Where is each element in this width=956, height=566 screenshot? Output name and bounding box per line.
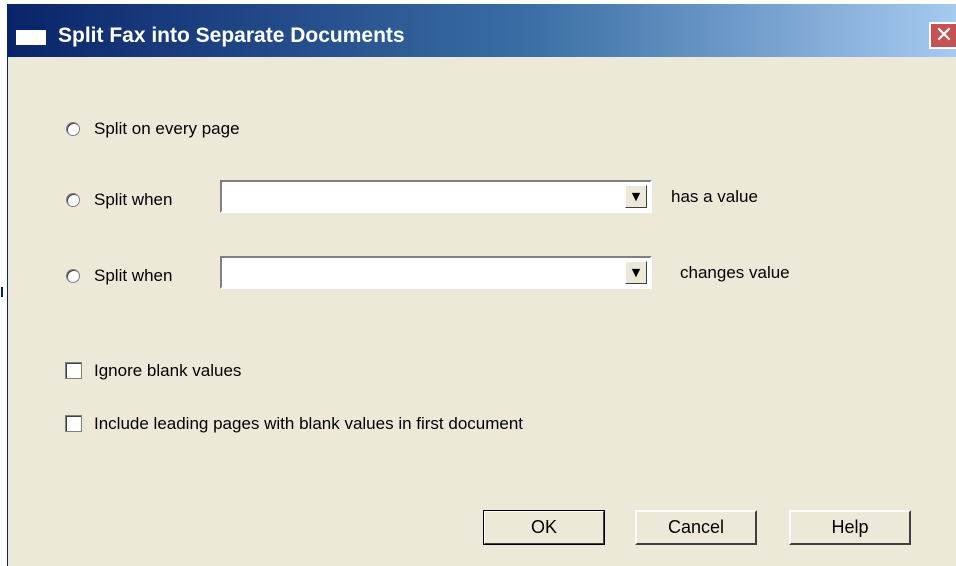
split-when-label-1[interactable]: Split when [94, 190, 172, 210]
radio-split-when-changes[interactable] [66, 269, 80, 283]
include-leading-checkbox[interactable] [65, 415, 82, 432]
has-value-field-select[interactable]: ▼ [220, 180, 652, 213]
help-button[interactable]: Help [789, 510, 911, 545]
include-leading-label[interactable]: Include leading pages with blank values … [94, 414, 523, 434]
window-edge-fragment [1, 287, 3, 297]
radio-split-every-page[interactable] [66, 122, 80, 136]
ok-button[interactable]: OK [483, 510, 605, 545]
ignore-blank-label[interactable]: Ignore blank values [94, 361, 241, 381]
dialog-content: Split on every page Split when ▼ has a v… [8, 57, 956, 566]
ignore-blank-checkbox[interactable] [65, 362, 82, 379]
changes-value-suffix-label: changes value [680, 263, 790, 282]
has-value-suffix-label: has a value [671, 187, 758, 206]
title-bar[interactable]: Split Fax into Separate Documents ✕ [8, 4, 956, 57]
split-fax-dialog: Split Fax into Separate Documents ✕ Spli… [7, 4, 956, 566]
close-button[interactable]: ✕ [929, 22, 956, 49]
split-every-page-label[interactable]: Split on every page [94, 119, 240, 139]
changes-value-field-select[interactable]: ▼ [220, 256, 652, 289]
radio-split-when-has-value[interactable] [66, 193, 80, 207]
window-icon [16, 25, 46, 45]
split-when-label-2[interactable]: Split when [94, 266, 172, 286]
chevron-down-icon[interactable]: ▼ [625, 185, 647, 208]
chevron-down-icon[interactable]: ▼ [625, 261, 647, 284]
dialog-title: Split Fax into Separate Documents [58, 24, 405, 47]
cancel-button[interactable]: Cancel [635, 510, 757, 545]
